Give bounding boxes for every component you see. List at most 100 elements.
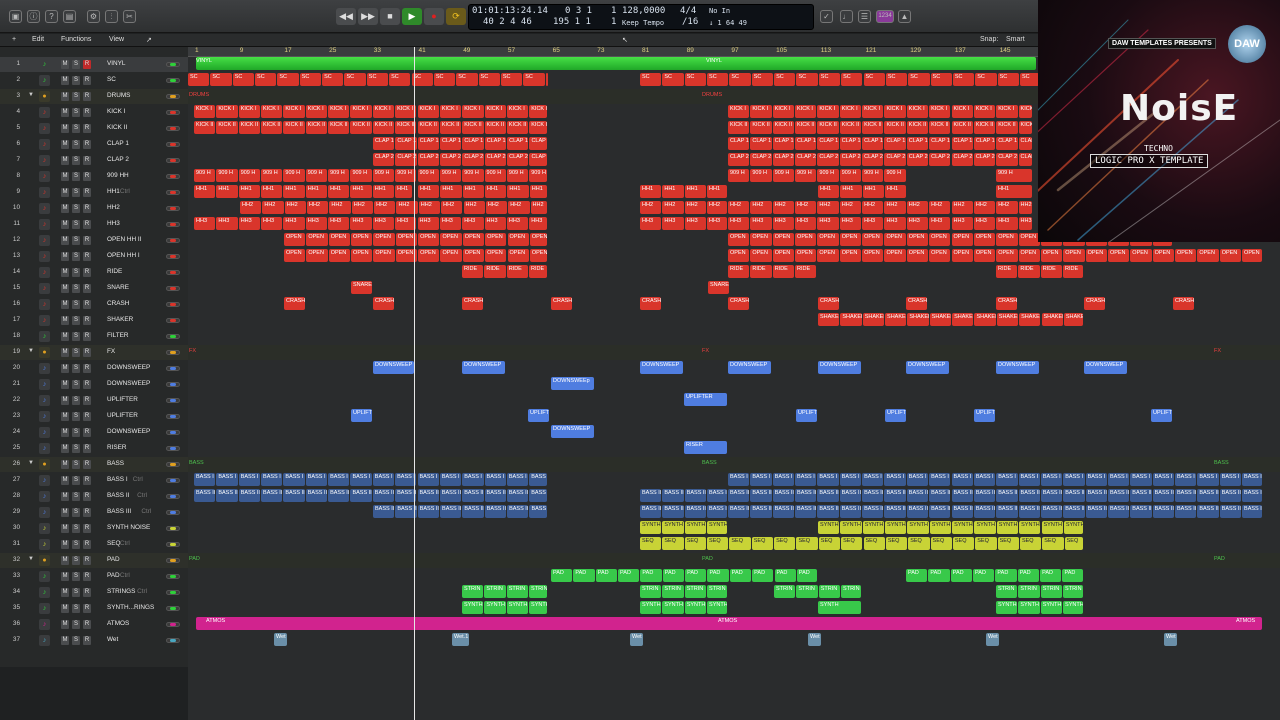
record-enable-button[interactable]: R: [83, 140, 91, 149]
region[interactable]: HH1: [261, 185, 283, 198]
mute-button[interactable]: M: [61, 284, 69, 293]
region[interactable]: CLAP 2: [951, 153, 973, 166]
tuner-icon[interactable]: ♩: [840, 10, 853, 23]
lcd-signature[interactable]: 4/4: [680, 6, 696, 16]
track-lane[interactable]: RIDE RIDE RIDE RIDE RIDE RIDE RIDE RIDE RIDE RIDE…: [188, 265, 1280, 280]
region[interactable]: OPEN: [862, 249, 884, 262]
region[interactable]: OPEN: [772, 249, 795, 262]
volume-fader[interactable]: [166, 574, 180, 579]
region[interactable]: Wet: [808, 633, 821, 646]
track-header[interactable]: 7 ♪ M S R CLAP 2: [0, 153, 188, 168]
region[interactable]: HH3: [884, 217, 906, 230]
region[interactable]: CRASH: [818, 297, 839, 310]
solo-button[interactable]: S: [72, 236, 80, 245]
record-enable-button[interactable]: R: [83, 540, 91, 549]
region[interactable]: RIDE: [772, 265, 795, 278]
region[interactable]: 909 H: [283, 169, 305, 182]
region[interactable]: BASS II: [1130, 489, 1152, 502]
region[interactable]: SYNTH: [684, 521, 707, 534]
mute-button[interactable]: M: [61, 204, 69, 213]
region[interactable]: 909 H: [462, 169, 484, 182]
region[interactable]: SYNTH: [462, 601, 484, 614]
region[interactable]: SEQ: [774, 537, 796, 550]
region[interactable]: STRIN: [707, 585, 727, 598]
region[interactable]: OPEN: [418, 233, 440, 246]
track-lane[interactable]: SYNTHSYNTHSYNTHSYNTHSYNTHSYNTHSYNTHSYNTH…: [188, 601, 1280, 616]
region[interactable]: PAD: [796, 569, 817, 582]
region[interactable]: KICK II: [238, 121, 261, 134]
region[interactable]: OPEN: [750, 233, 772, 246]
region[interactable]: UPLIFT: [1151, 409, 1172, 422]
region[interactable]: SEQ: [662, 537, 684, 550]
region[interactable]: DOWNSWEEP: [728, 361, 771, 374]
region[interactable]: CLAP 1: [951, 137, 973, 150]
track-name[interactable]: RISER: [107, 444, 127, 451]
region[interactable]: SHAKER: [1063, 313, 1083, 326]
track-lane[interactable]: BASS II BASS II BASS II BASS II BASS II BASS …: [188, 505, 1280, 520]
region[interactable]: BASS II: [1175, 489, 1197, 502]
track-header[interactable]: 28 ♪ M S R BASS II Ctrl: [0, 489, 188, 504]
volume-fader[interactable]: [166, 382, 180, 387]
region[interactable]: KICK II: [529, 121, 547, 134]
region[interactable]: HH3: [795, 217, 817, 230]
region[interactable]: HH3: [238, 217, 261, 230]
region[interactable]: KICK II: [328, 121, 350, 134]
region[interactable]: DOWNSWEEp: [551, 377, 594, 390]
region[interactable]: OPEN: [1242, 249, 1262, 262]
region[interactable]: KICK II: [973, 121, 996, 134]
track-lane[interactable]: UPLIFTER: [188, 393, 1280, 408]
region[interactable]: KICK I: [906, 105, 929, 118]
region[interactable]: HH2: [441, 201, 463, 214]
region[interactable]: OPEN: [862, 233, 884, 246]
region[interactable]: SC: [796, 73, 818, 86]
volume-fader[interactable]: [166, 334, 180, 339]
track-header[interactable]: 26 ● ▼ M S R BASS: [0, 457, 188, 472]
region[interactable]: PAD: [1040, 569, 1062, 582]
region[interactable]: BASS II: [951, 489, 973, 502]
region[interactable]: HH2: [929, 201, 951, 214]
region[interactable]: OPEN: [750, 249, 772, 262]
track-header[interactable]: 34 ♪ M S R STRINGS Ctrl: [0, 585, 188, 600]
track-name[interactable]: BASS III: [107, 508, 131, 515]
region[interactable]: RIDE: [506, 265, 529, 278]
region[interactable]: CLAP 1: [728, 137, 750, 150]
region[interactable]: OPEN: [728, 233, 750, 246]
record-enable-button[interactable]: R: [83, 300, 91, 309]
record-enable-button[interactable]: R: [83, 332, 91, 341]
mute-button[interactable]: M: [61, 332, 69, 341]
region[interactable]: KICK I: [750, 105, 772, 118]
region[interactable]: STRIN: [462, 585, 484, 598]
track-header[interactable]: 37 ♪ M S R Wet: [0, 633, 188, 648]
region[interactable]: OPEN: [839, 233, 862, 246]
region[interactable]: OPEN: [306, 233, 328, 246]
region[interactable]: Wet: [1164, 633, 1177, 646]
region[interactable]: HH3: [929, 217, 951, 230]
region[interactable]: HH2: [951, 201, 973, 214]
region[interactable]: HH3: [328, 217, 350, 230]
region[interactable]: OPEN: [839, 249, 862, 262]
region[interactable]: OPEN: [306, 249, 328, 262]
region[interactable]: BASS I: [194, 473, 216, 486]
mute-button[interactable]: M: [61, 92, 69, 101]
region[interactable]: HH2: [463, 201, 485, 214]
track-name[interactable]: ATMOS: [107, 620, 129, 627]
region[interactable]: UPLIFTER: [684, 393, 727, 406]
region[interactable]: OPEN: [906, 249, 929, 262]
region[interactable]: UPLIFT: [885, 409, 906, 422]
region[interactable]: 909 H: [305, 169, 328, 182]
region[interactable]: RIDE: [462, 265, 484, 278]
region[interactable]: BASS II: [728, 505, 750, 518]
region[interactable]: HH1: [640, 185, 662, 198]
region[interactable]: 909 H: [795, 169, 817, 182]
region[interactable]: OPEN: [929, 233, 951, 246]
region[interactable]: HH1: [885, 185, 907, 198]
mute-button[interactable]: M: [61, 140, 69, 149]
solo-button[interactable]: S: [72, 444, 80, 453]
region[interactable]: BASS II: [1063, 505, 1085, 518]
region[interactable]: OPEN: [485, 249, 507, 262]
region[interactable]: KICK I: [884, 105, 906, 118]
solo-button[interactable]: S: [72, 316, 80, 325]
region[interactable]: 909 H: [996, 169, 1032, 182]
solo-button[interactable]: S: [72, 636, 80, 645]
region[interactable]: SYNTH: [707, 601, 727, 614]
